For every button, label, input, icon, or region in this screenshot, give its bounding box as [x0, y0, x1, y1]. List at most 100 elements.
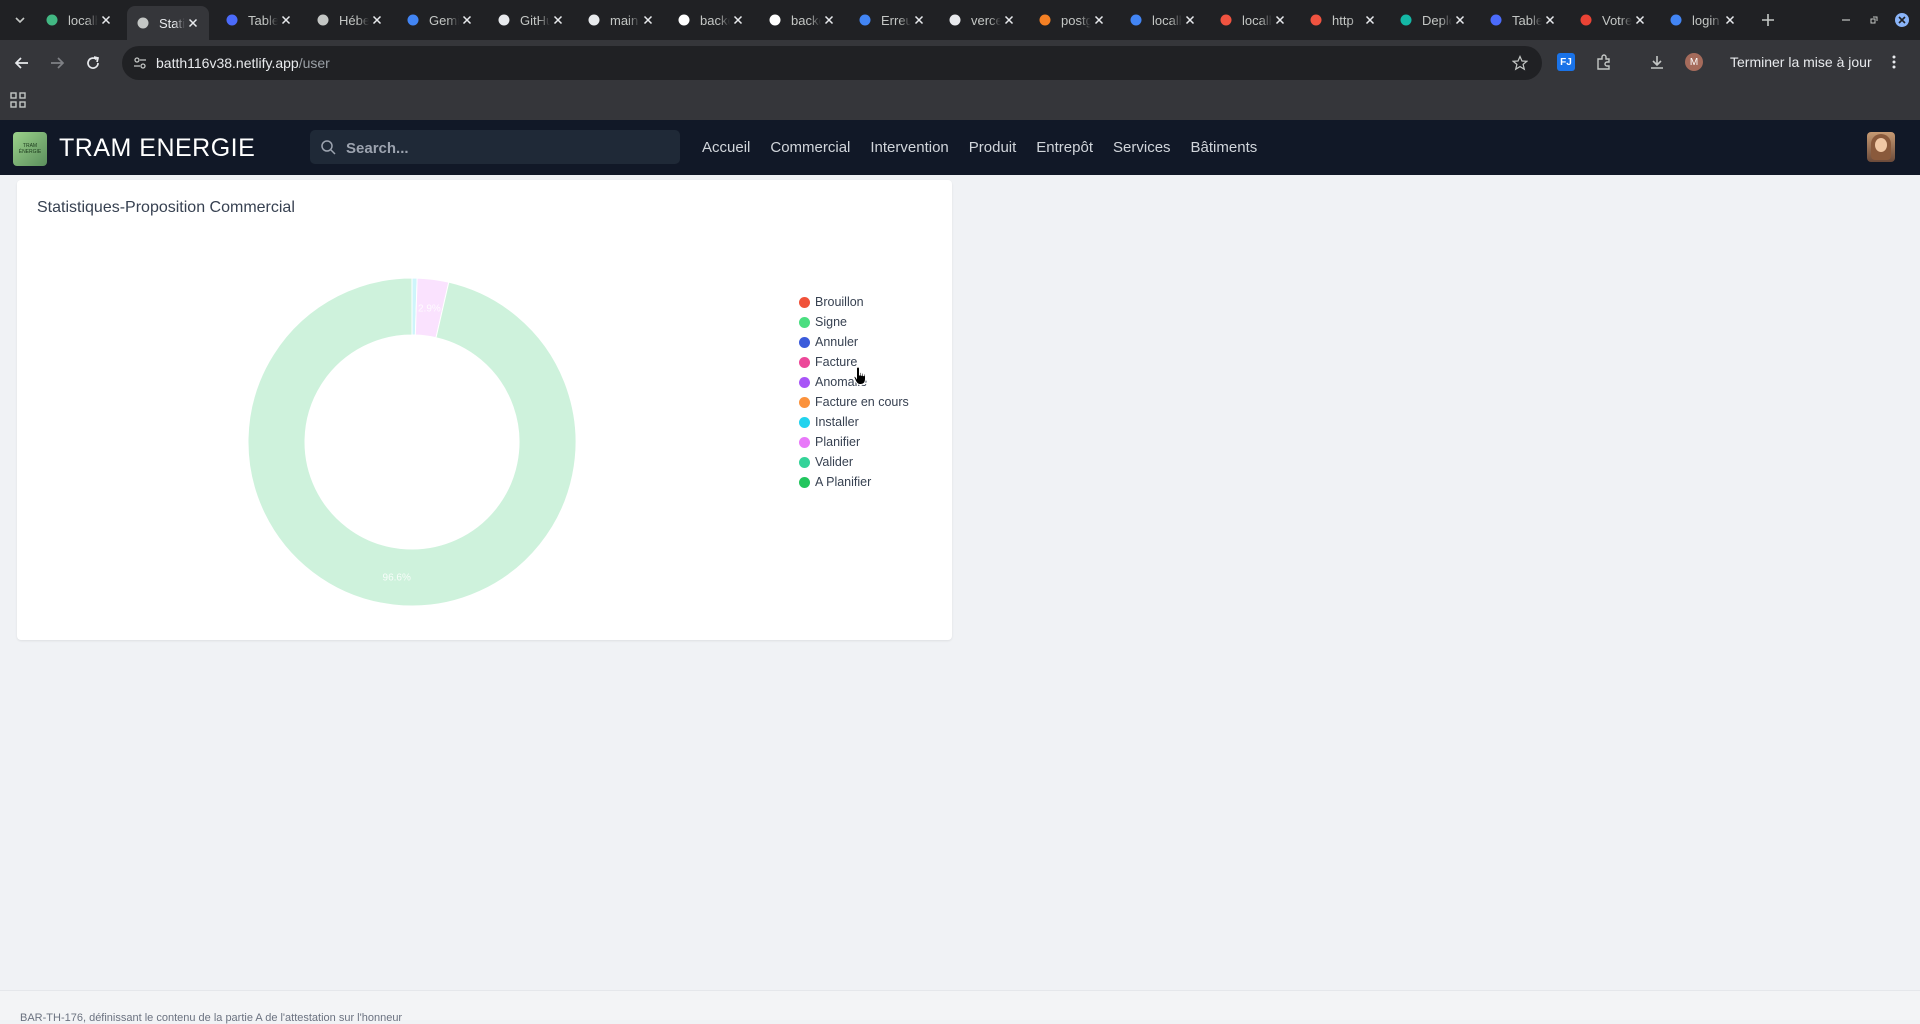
- browser-tab[interactable]: Statistiques: [127, 6, 209, 40]
- tab-close-icon[interactable]: [459, 12, 475, 28]
- nav-item-batiments[interactable]: Bâtiments: [1191, 139, 1258, 156]
- tab-close-icon[interactable]: [1362, 12, 1378, 28]
- search-input[interactable]: [344, 136, 668, 160]
- brand-name[interactable]: TRAM ENERGIE: [59, 134, 255, 163]
- nav-item-services[interactable]: Services: [1113, 139, 1171, 156]
- browser-tab[interactable]: postgres: [1029, 6, 1115, 34]
- browser-tab[interactable]: Deploy: [1390, 6, 1476, 34]
- browser-tab[interactable]: vercel: [939, 6, 1025, 34]
- search-box[interactable]: [310, 130, 680, 164]
- nav-item-produit[interactable]: Produit: [969, 139, 1017, 156]
- legend-item[interactable]: Facture en cours: [799, 392, 909, 412]
- legend-item[interactable]: Signe: [799, 312, 909, 332]
- restore-icon[interactable]: [1862, 8, 1886, 32]
- address-bar[interactable]: batth116v38.netlify.app/user: [122, 46, 1542, 80]
- apps-grid-icon[interactable]: [10, 92, 30, 112]
- legend-color-dot: [799, 416, 810, 428]
- google-icon: [1668, 12, 1684, 28]
- reload-icon[interactable]: [79, 49, 107, 77]
- extensions-puzzle-icon[interactable]: [1593, 51, 1615, 73]
- tab-close-icon[interactable]: [550, 12, 566, 28]
- slice-data-label: 96.6%: [383, 573, 411, 584]
- tab-close-icon[interactable]: [278, 12, 294, 28]
- legend-label: Brouillon: [815, 295, 864, 309]
- tab-close-icon[interactable]: [730, 12, 746, 28]
- tab-search-chevron-icon[interactable]: [8, 8, 32, 32]
- legend-item[interactable]: A Planifier: [799, 472, 909, 492]
- nav-item-entrepot[interactable]: Entrepôt: [1036, 139, 1093, 156]
- tab-title: http: [1332, 12, 1354, 28]
- tab-close-icon[interactable]: [1632, 12, 1648, 28]
- legend-item[interactable]: Annuler: [799, 332, 909, 352]
- browser-tab[interactable]: localhost: [36, 6, 122, 34]
- download-icon[interactable]: [1646, 51, 1668, 73]
- browser-tab[interactable]: main: [578, 6, 664, 34]
- tab-title: Tableau: [248, 12, 278, 28]
- browser-tab[interactable]: backend: [668, 6, 754, 34]
- tab-close-icon[interactable]: [640, 12, 656, 28]
- gemini-icon: [405, 12, 421, 28]
- google-icon: [857, 12, 873, 28]
- forward-arrow-icon[interactable]: [43, 49, 71, 77]
- slice-data-label: 2.9%: [418, 304, 441, 315]
- bookmarks-bar: [0, 85, 1920, 120]
- legend-item[interactable]: Installer: [799, 412, 909, 432]
- update-browser-button[interactable]: Terminer la mise à jour: [1716, 47, 1906, 77]
- browser-tab[interactable]: Tableau: [1480, 6, 1566, 34]
- url-text[interactable]: batth116v38.netlify.app/user: [156, 55, 330, 71]
- tab-close-icon[interactable]: [1272, 12, 1288, 28]
- nav-item-intervention[interactable]: Intervention: [870, 139, 948, 156]
- legend-color-dot: [799, 336, 810, 348]
- profile-avatar[interactable]: M: [1683, 51, 1705, 73]
- extension-fj-icon[interactable]: FJ: [1555, 51, 1577, 73]
- browser-tab[interactable]: localhost: [1210, 6, 1296, 34]
- tab-close-icon[interactable]: [98, 12, 114, 28]
- chart-legend: Brouillon Signe Annuler Facture Anomalie Fact…: [799, 292, 909, 492]
- legend-color-dot: [799, 376, 810, 388]
- tab-close-icon[interactable]: [1542, 12, 1558, 28]
- brand-logo[interactable]: TRAM ÉNERGIE: [13, 132, 47, 166]
- bookmark-star-icon[interactable]: [1510, 53, 1530, 73]
- update-label: Terminer la mise à jour: [1730, 54, 1872, 70]
- tab-close-icon[interactable]: [185, 15, 201, 31]
- browser-tab[interactable]: GitHub: [488, 6, 574, 34]
- browser-tab[interactable]: Erreur: [849, 6, 935, 34]
- browser-tab[interactable]: localhost: [1120, 6, 1206, 34]
- tab-close-icon[interactable]: [1182, 12, 1198, 28]
- legend-color-dot: [799, 436, 810, 448]
- stats-card: Statistiques-Proposition Commercial 2.9%…: [17, 180, 952, 640]
- tab-close-icon[interactable]: [821, 12, 837, 28]
- tab-close-icon[interactable]: [1001, 12, 1017, 28]
- tab-close-icon[interactable]: [1452, 12, 1468, 28]
- tab-close-icon[interactable]: [911, 12, 927, 28]
- user-avatar[interactable]: [1867, 132, 1895, 162]
- legend-item[interactable]: Brouillon: [799, 292, 909, 312]
- back-arrow-icon[interactable]: [8, 49, 36, 77]
- browser-tab[interactable]: Hébergement: [307, 6, 393, 34]
- close-window-icon[interactable]: [1890, 8, 1914, 32]
- legend-label: A Planifier: [815, 475, 872, 489]
- donut-slice-a-planifier[interactable]: [247, 277, 577, 607]
- browser-tab[interactable]: Tableau: [216, 6, 302, 34]
- minimize-icon[interactable]: [1834, 8, 1858, 32]
- tab-close-icon[interactable]: [1722, 12, 1738, 28]
- browser-tab-strip: localhost Statistiques Tableau Hébergement G…: [0, 0, 1920, 40]
- tab-close-icon[interactable]: [369, 12, 385, 28]
- legend-label: Signe: [815, 315, 847, 329]
- browser-tab[interactable]: Gemini: [397, 6, 483, 34]
- new-tab-plus-icon[interactable]: [1756, 8, 1780, 32]
- kebab-menu-icon[interactable]: [1892, 54, 1896, 73]
- legend-item[interactable]: Planifier: [799, 432, 909, 452]
- nav-item-accueil[interactable]: Accueil: [702, 139, 750, 156]
- nav-item-commercial[interactable]: Commercial: [770, 139, 850, 156]
- footer: BAR-TH-176, définissant le contenu de la…: [0, 990, 1920, 1024]
- url-host: batth116v38.netlify.app: [156, 55, 299, 71]
- browser-tab[interactable]: login: [1660, 6, 1746, 34]
- browser-tab[interactable]: Votre: [1570, 6, 1656, 34]
- tab-close-icon[interactable]: [1091, 12, 1107, 28]
- legend-item[interactable]: Valider: [799, 452, 909, 472]
- site-info-tune-icon[interactable]: [130, 53, 150, 73]
- browser-tab[interactable]: http: [1300, 6, 1386, 34]
- browser-tab[interactable]: backend: [759, 6, 845, 34]
- logo-text: TRAM ÉNERGIE: [18, 143, 42, 155]
